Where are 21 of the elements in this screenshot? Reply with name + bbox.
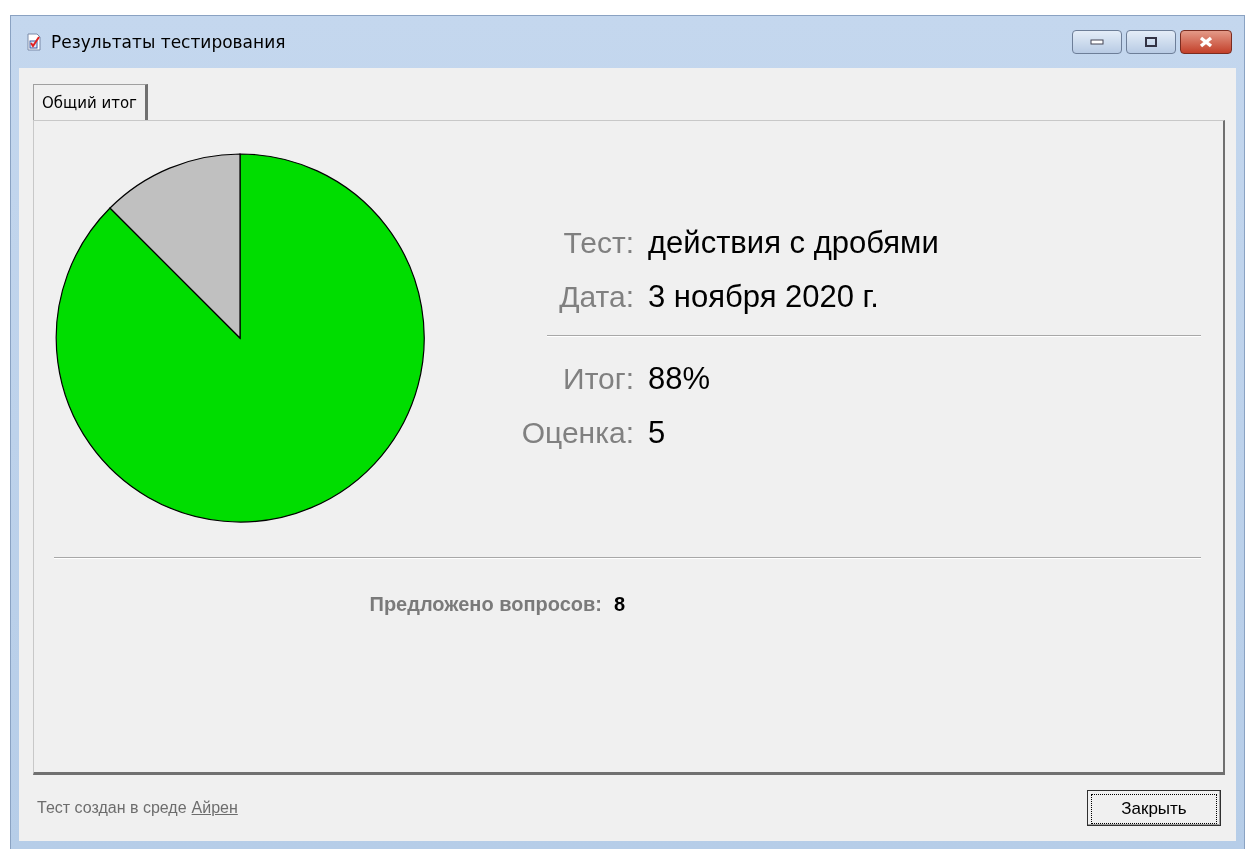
close-button[interactable]: [1180, 30, 1232, 54]
maximize-icon: [1145, 37, 1157, 47]
field-value: действия с дробями: [648, 225, 940, 261]
window-title: Результаты тестирования: [51, 32, 286, 52]
field-value: 3 ноября 2020 г.: [648, 279, 880, 315]
field-value: 5: [648, 415, 667, 451]
tab[interactable]: Общий итог: [33, 84, 148, 120]
maximize-button[interactable]: [1126, 30, 1176, 54]
field-label: Оценка:: [520, 416, 634, 450]
checklist-icon: [25, 33, 43, 51]
field-value: 8: [614, 593, 626, 616]
close-icon: [1198, 36, 1214, 48]
field-label: Итог:: [562, 362, 634, 396]
field-label: Предложено вопросов:: [368, 593, 602, 616]
close-dialog-button[interactable]: Закрыть: [1087, 790, 1221, 826]
footer-text: Тест создан в среде: [37, 799, 187, 817]
field-label: Дата:: [558, 280, 634, 314]
field-label: Тест:: [562, 226, 634, 260]
link[interactable]: Айрен: [191, 799, 238, 817]
field-value: 88%: [648, 361, 712, 397]
minimize-icon: [1090, 39, 1104, 45]
